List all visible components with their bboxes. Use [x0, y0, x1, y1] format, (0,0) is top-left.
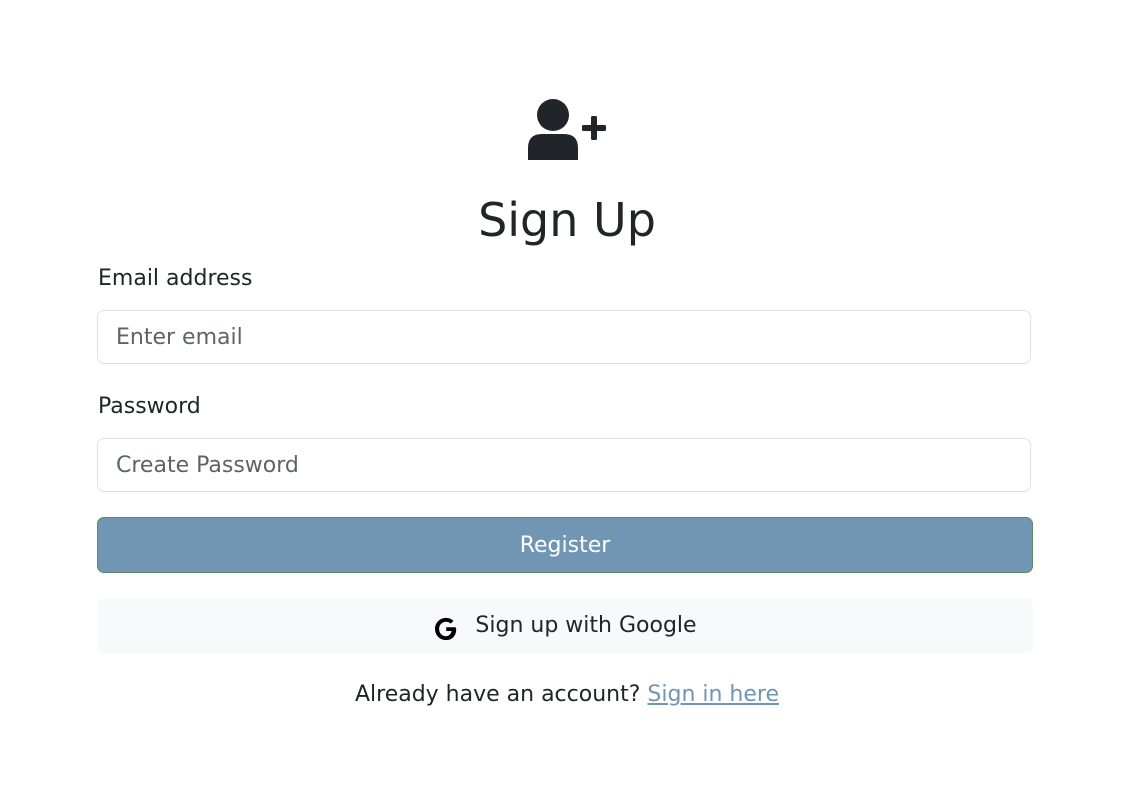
password-field[interactable] [97, 438, 1031, 492]
signin-prompt: Already have an account? Sign in here [0, 680, 1134, 710]
signin-link[interactable]: Sign in here [647, 682, 779, 707]
page-title: Sign Up [478, 193, 656, 247]
user-plus-icon [524, 98, 608, 164]
signin-prompt-text: Already have an account? [354, 682, 641, 707]
google-signup-button[interactable]: Sign up with Google [97, 598, 1033, 653]
email-label: Email address [98, 266, 253, 291]
password-label: Password [98, 394, 201, 419]
register-button[interactable]: Register [97, 517, 1033, 573]
email-field[interactable] [97, 310, 1031, 364]
google-icon [433, 616, 459, 642]
signup-page: Sign Up Email address Password Register … [0, 0, 1134, 811]
google-signup-label: Sign up with Google [475, 613, 697, 638]
